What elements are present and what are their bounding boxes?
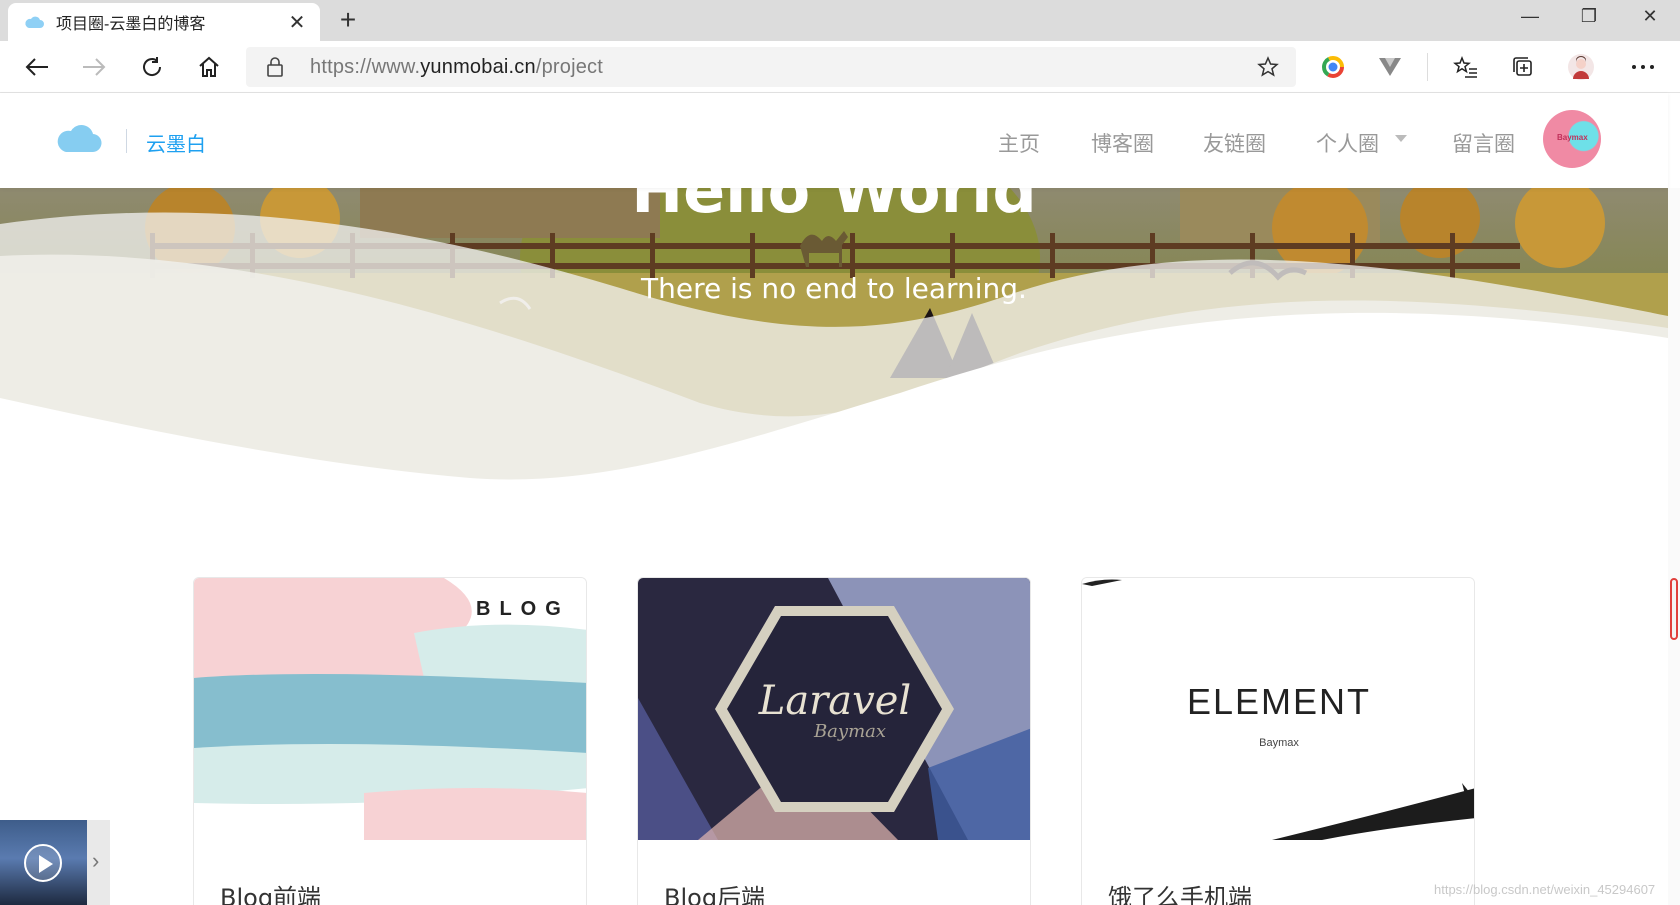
- card-title: Blog前端: [220, 884, 322, 905]
- star-icon[interactable]: [1256, 55, 1280, 84]
- play-icon[interactable]: [24, 844, 62, 882]
- home-icon[interactable]: [194, 53, 224, 81]
- minimize-icon[interactable]: —: [1510, 6, 1550, 27]
- nav-blog[interactable]: 博客圈: [1091, 128, 1154, 158]
- nav-messages[interactable]: 留言圈: [1452, 128, 1515, 158]
- card-title: 饿了么手机端: [1108, 884, 1252, 905]
- refresh-icon[interactable]: [137, 53, 167, 81]
- project-card-eleme-mobile[interactable]: ELEMENT Baymax 饿了么手机端: [1081, 577, 1475, 905]
- more-icon[interactable]: [1628, 53, 1658, 81]
- url-path: /project: [535, 55, 604, 78]
- collections-icon[interactable]: [1508, 53, 1538, 81]
- watermark: https://blog.csdn.net/weixin_45294607: [1434, 882, 1656, 897]
- card-image: Laravel Baymax: [638, 578, 1030, 840]
- lock-icon[interactable]: [266, 56, 288, 78]
- browser-tab[interactable]: 项目圈-云墨白的博客 ✕: [8, 3, 320, 41]
- close-icon[interactable]: ✕: [286, 10, 308, 35]
- chevron-right-icon[interactable]: ›: [92, 848, 99, 874]
- address-bar[interactable]: https://www.yunmobai.cn/project: [246, 47, 1296, 87]
- hero-illustration: [0, 188, 1668, 518]
- logo-divider: [126, 129, 127, 153]
- vue-extension-icon[interactable]: [1375, 53, 1405, 81]
- url-text: https://www.yunmobai.cn/project: [310, 56, 603, 79]
- tab-strip: 项目圈-云墨白的博客 ✕ + — ❐ ✕: [0, 0, 1680, 41]
- back-icon[interactable]: [22, 53, 52, 81]
- card-title: Blog后端: [664, 884, 766, 905]
- avatar-text: Baymax: [1557, 133, 1588, 142]
- nav-personal[interactable]: 个人圈: [1316, 128, 1379, 158]
- music-player[interactable]: ›: [0, 820, 110, 905]
- restore-icon[interactable]: ❐: [1569, 6, 1609, 27]
- url-domain: yunmobai.cn: [420, 55, 536, 78]
- site-header: 云墨白 主页 博客圈 友链圈 个人圈 留言圈 Baymax: [0, 93, 1668, 188]
- tab-title: 项目圈-云墨白的博客: [56, 16, 206, 33]
- profile-icon[interactable]: [1566, 53, 1596, 81]
- card-image: ELEMENT Baymax: [1082, 578, 1474, 840]
- favorites-icon[interactable]: [1451, 53, 1481, 81]
- hero-banner: Hello World There is no end to learning.: [0, 188, 1668, 518]
- url-scheme: https://www.: [310, 55, 421, 78]
- project-card-blog-frontend[interactable]: BLOG Blog前端: [193, 577, 587, 905]
- extension-icon[interactable]: [1318, 53, 1348, 81]
- card-image-label: BLOG: [476, 598, 570, 620]
- site-logo-icon[interactable]: [56, 123, 102, 153]
- scrollbar[interactable]: [1668, 188, 1680, 905]
- close-window-icon[interactable]: ✕: [1630, 6, 1670, 27]
- card-image-label: Laravel: [758, 678, 912, 724]
- toolbar-divider: [1427, 53, 1428, 81]
- cloud-icon: [25, 16, 44, 28]
- site-logo-text[interactable]: 云墨白: [146, 128, 206, 157]
- forward-icon[interactable]: [79, 53, 109, 81]
- hero-title: Hello World: [631, 188, 1037, 227]
- scrollbar-thumb[interactable]: [1670, 578, 1678, 640]
- nav-friends[interactable]: 友链圈: [1203, 128, 1266, 158]
- project-card-blog-backend[interactable]: Laravel Baymax Blog后端: [637, 577, 1031, 905]
- card-image-sublabel: Baymax: [813, 721, 887, 742]
- chevron-down-icon[interactable]: [1395, 135, 1407, 142]
- browser-toolbar: https://www.yunmobai.cn/project: [0, 41, 1680, 93]
- plus-icon[interactable]: +: [333, 6, 363, 34]
- hero-subtitle: There is no end to learning.: [641, 272, 1027, 305]
- nav-home[interactable]: 主页: [998, 128, 1040, 158]
- card-image: BLOG: [194, 578, 586, 840]
- avatar[interactable]: Baymax: [1543, 110, 1601, 168]
- card-image-label: ELEMENT: [1186, 681, 1372, 722]
- card-image-sublabel: Baymax: [1259, 737, 1299, 749]
